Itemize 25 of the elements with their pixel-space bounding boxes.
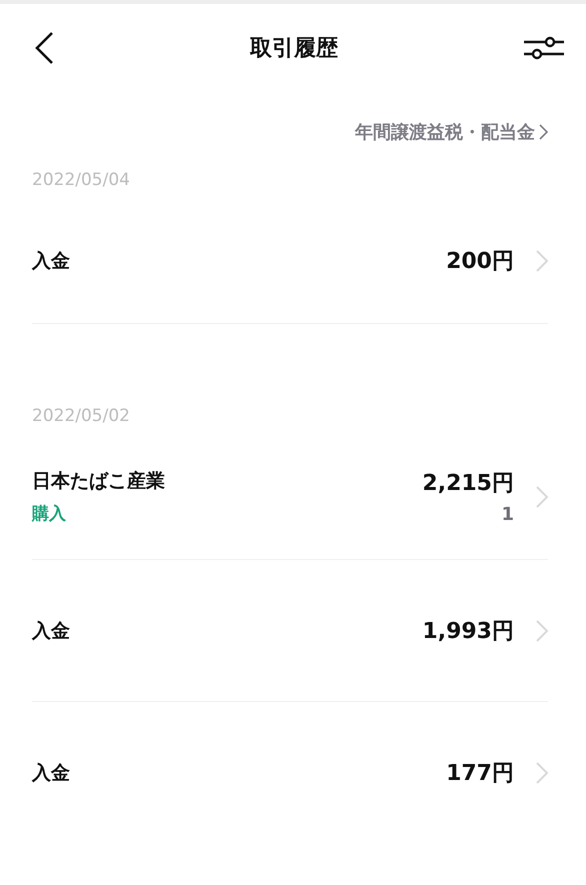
chevron-icon — [536, 762, 548, 784]
transaction-type: 購入 — [32, 503, 67, 525]
date-heading: 2022/05/02 — [31, 405, 131, 428]
transaction-amount: 1,993円 — [422, 618, 514, 646]
tax-dividend-link[interactable]: 年間譲渡益税・配当金 — [355, 112, 548, 152]
transaction-amount: 2,215円 — [422, 470, 514, 498]
transaction-amount: 177円 — [446, 760, 514, 788]
chevron-icon — [536, 250, 548, 272]
transaction-row[interactable]: 日本たばこ産業 購入 2,215円 1 — [32, 434, 548, 560]
transaction-row[interactable]: 入金 177円 — [32, 702, 548, 843]
date-heading: 2022/05/04 — [31, 169, 131, 192]
sliders-icon — [524, 35, 564, 61]
transaction-amount: 200円 — [446, 248, 514, 276]
share-quantity: 1 — [501, 504, 514, 525]
chevron-icon — [539, 124, 548, 140]
back-icon — [34, 31, 54, 65]
transaction-name: 入金 — [32, 248, 71, 274]
chevron-icon — [536, 620, 548, 642]
transaction-row[interactable]: 入金 200円 — [32, 198, 548, 324]
transaction-name: 入金 — [32, 618, 71, 644]
page-title: 取引履歴 — [250, 35, 338, 63]
transaction-name: 日本たばこ産業 — [32, 469, 166, 494]
transaction-name: 入金 — [32, 760, 71, 786]
chevron-icon — [536, 486, 548, 508]
transaction-row[interactable]: 入金 1,993円 — [32, 560, 548, 702]
